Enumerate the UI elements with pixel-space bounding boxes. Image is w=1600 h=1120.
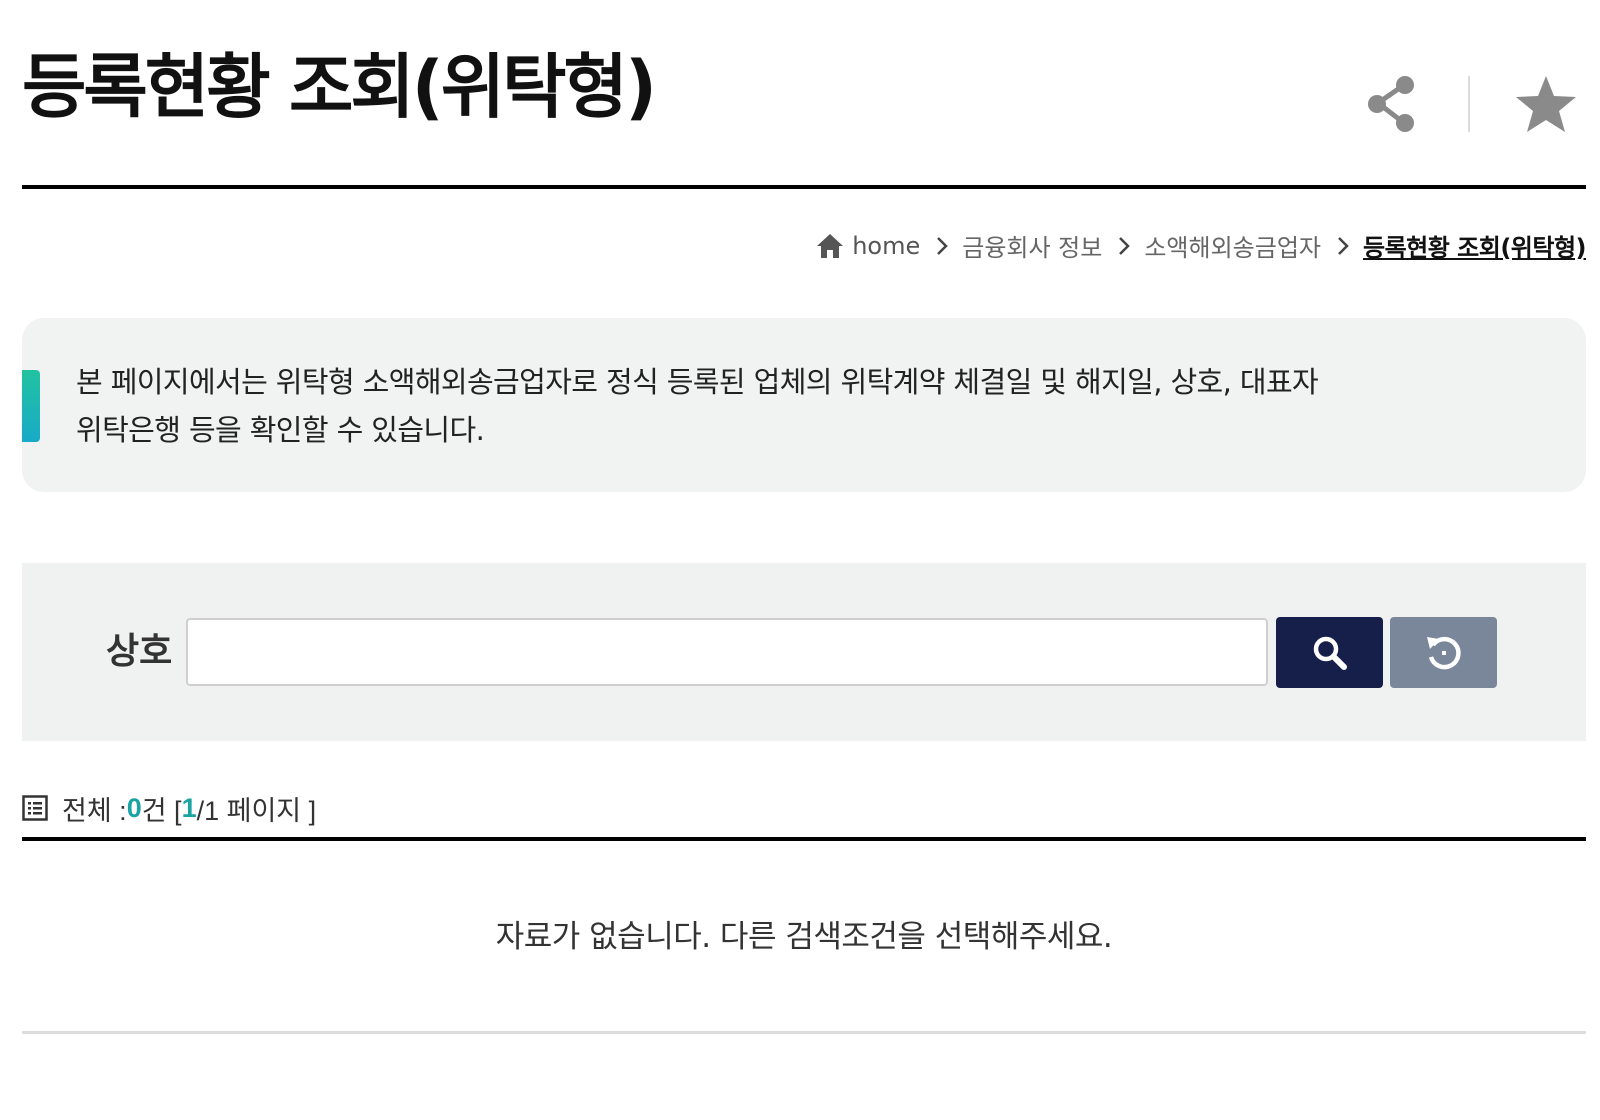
favorite-button[interactable] bbox=[1506, 66, 1586, 142]
search-icon bbox=[1313, 636, 1347, 670]
total-count-unit: 건 [ bbox=[141, 795, 182, 826]
result-bottom-divider bbox=[22, 1031, 1586, 1034]
chevron-right-icon bbox=[1337, 236, 1349, 256]
page: 등록현황 조회(위탁형) home 금융회사 정보 소액해외송금업자 등록현황 … bbox=[22, 0, 1587, 1034]
header-tools bbox=[1352, 66, 1586, 142]
breadcrumb-home-label: home bbox=[852, 231, 921, 260]
page-header: 등록현황 조회(위탁형) bbox=[22, 0, 1586, 189]
breadcrumb-home[interactable]: home bbox=[816, 232, 920, 260]
breadcrumb-item-financial-company[interactable]: 금융회사 정보 bbox=[962, 228, 1102, 263]
page-suffix: /1 페이지 ] bbox=[196, 795, 317, 826]
page-title: 등록현황 조회(위탁형) bbox=[22, 46, 657, 128]
result-top-divider bbox=[22, 837, 1586, 841]
home-icon bbox=[817, 233, 844, 258]
search-label: 상호 bbox=[106, 631, 173, 672]
empty-result-message: 자료가 없습니다. 다른 검색조건을 선택해주세요. bbox=[495, 919, 1113, 955]
breadcrumb-current[interactable]: 등록현황 조회(위탁형) bbox=[1363, 228, 1587, 263]
info-box: 본 페이지에서는 위탁형 소액해외송금업자로 정식 등록된 업체의 위탁계약 체… bbox=[22, 318, 1586, 492]
info-line-2: 위탁은행 등을 확인할 수 있습니다. bbox=[76, 413, 485, 447]
star-icon bbox=[1516, 76, 1576, 132]
reset-button[interactable] bbox=[1390, 617, 1497, 688]
breadcrumb: home 금융회사 정보 소액해외송금업자 등록현황 조회(위탁형) bbox=[816, 228, 1587, 263]
info-line-1: 본 페이지에서는 위탁형 소액해외송금업자로 정식 등록된 업체의 위탁계약 체… bbox=[76, 365, 1319, 399]
chevron-right-icon bbox=[1118, 236, 1131, 256]
search-box: 상호 bbox=[22, 563, 1586, 741]
tool-divider bbox=[1468, 76, 1470, 132]
info-text: 본 페이지에서는 위탁형 소액해외송금업자로 정식 등록된 업체의 위탁계약 체… bbox=[76, 358, 1496, 454]
reset-icon bbox=[1426, 636, 1461, 669]
breadcrumb-item-remittance[interactable]: 소액해외송금업자 bbox=[1144, 228, 1321, 263]
list-icon bbox=[22, 795, 48, 821]
company-name-input[interactable] bbox=[186, 618, 1268, 686]
chevron-right-icon bbox=[936, 236, 949, 256]
info-accent-bar bbox=[22, 370, 40, 442]
share-button[interactable] bbox=[1352, 66, 1432, 142]
search-button[interactable] bbox=[1276, 617, 1383, 688]
page-current: 1 bbox=[181, 792, 197, 823]
total-prefix: 전체 : bbox=[62, 795, 127, 826]
total-count-value: 0 bbox=[126, 792, 142, 823]
total-count: 전체 :0건 [1/1 페이지 ] bbox=[22, 788, 316, 828]
share-icon bbox=[1368, 76, 1414, 132]
